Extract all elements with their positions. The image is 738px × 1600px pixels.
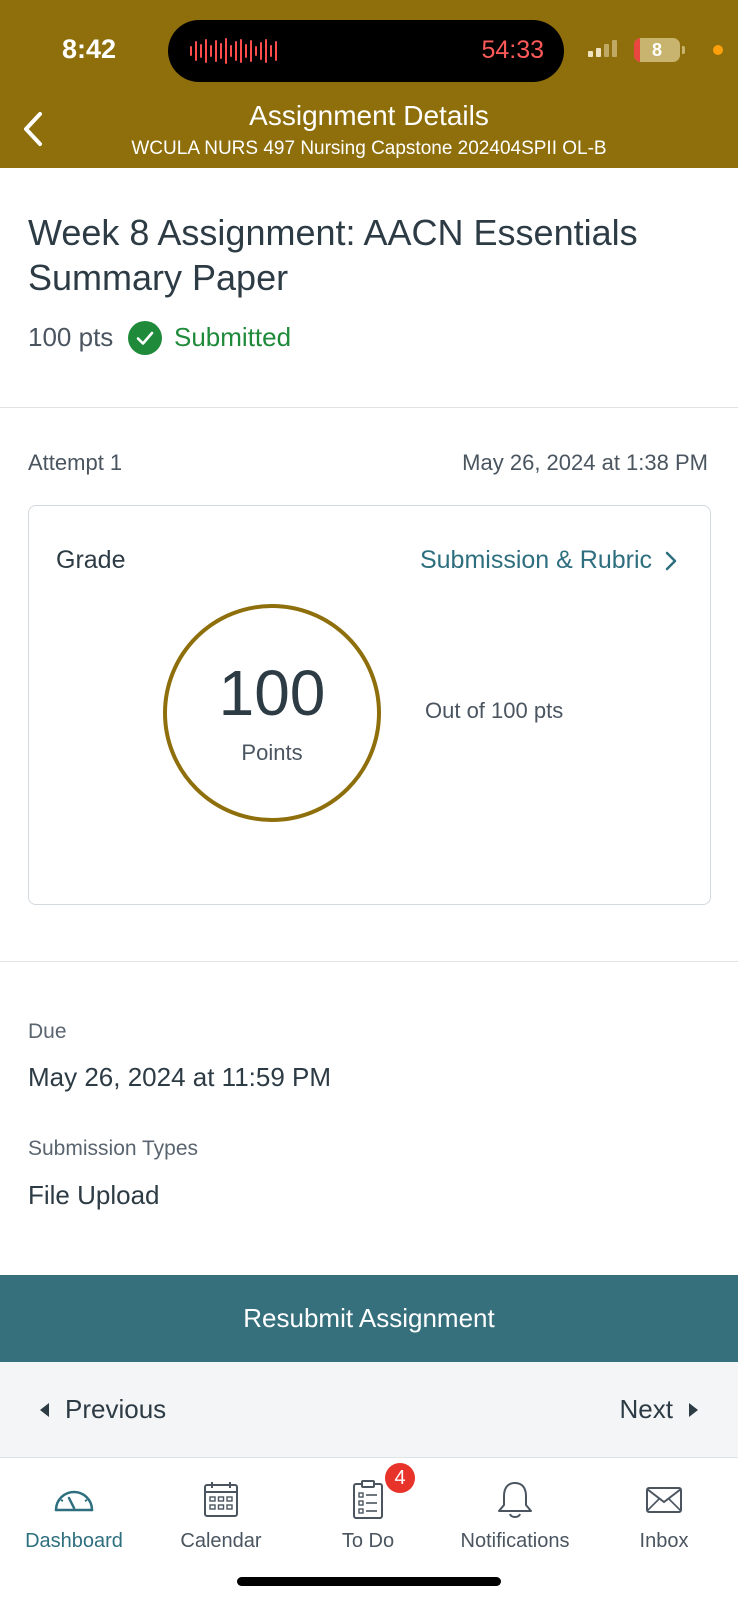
mic-indicator-dot <box>713 45 723 55</box>
status-submitted: Submitted <box>174 322 292 352</box>
todo-count-badge: 4 <box>385 1463 415 1493</box>
score-ring: 100 Points <box>163 604 381 822</box>
tab-label: Inbox <box>639 1530 689 1552</box>
score-out-of: Out of 100 pts <box>425 698 564 723</box>
status-time: 8:42 <box>62 34 117 64</box>
attempt-date: May 26, 2024 at 1:38 PM <box>462 450 708 475</box>
battery-icon: 8 <box>634 38 680 62</box>
tab-notifications[interactable]: Notifications <box>441 1468 589 1558</box>
next-label: Next <box>619 1394 673 1424</box>
battery-tip <box>682 46 685 54</box>
tab-label: To Do <box>341 1530 395 1552</box>
tab-dashboard[interactable]: Dashboard <box>0 1468 148 1558</box>
battery-level: 8 <box>651 40 662 60</box>
assignment-points: 100 pts <box>28 322 114 352</box>
recording-timer: 54:33 <box>481 36 544 64</box>
grade-label: Grade <box>56 546 126 574</box>
checkmark-icon <box>128 321 162 355</box>
audio-waveform-icon <box>190 38 277 64</box>
tab-label: Notifications <box>460 1530 570 1552</box>
tab-todo[interactable]: To Do <box>294 1468 442 1558</box>
due-date: May 26, 2024 at 11:59 PM <box>28 1062 332 1092</box>
tab-label: Dashboard <box>25 1530 123 1552</box>
app-header: 8:42 54:33 8 Assignment Details WCULA NU… <box>0 0 738 168</box>
caret-left-icon <box>40 1402 49 1417</box>
caret-right-icon <box>689 1402 698 1417</box>
previous-label: Previous <box>65 1394 167 1424</box>
attempt-label: Attempt 1 <box>28 450 123 475</box>
bell-icon <box>498 1482 532 1518</box>
header-title: Assignment Details <box>249 100 489 131</box>
home-indicator <box>237 1577 501 1586</box>
divider <box>0 961 738 962</box>
dynamic-island: 54:33 <box>168 20 564 82</box>
clipboard-todo-icon <box>353 1480 383 1519</box>
calendar-icon <box>204 1482 238 1517</box>
next-button[interactable]: Next <box>620 1394 698 1425</box>
tab-calendar[interactable]: Calendar <box>147 1468 295 1558</box>
resubmit-assignment-button[interactable]: Resubmit Assignment <box>0 1275 738 1362</box>
submission-types-value: File Upload <box>28 1180 160 1210</box>
signal-icon <box>588 40 617 57</box>
chevron-right-icon <box>665 551 677 570</box>
tab-label: Calendar <box>180 1530 262 1552</box>
dashboard-gauge-icon <box>54 1490 94 1512</box>
assignment-navigation: Previous Next <box>0 1362 738 1458</box>
score-unit: Points <box>241 740 303 765</box>
course-subtitle: WCULA NURS 497 Nursing Capstone 202404SP… <box>131 138 607 159</box>
due-label: Due <box>28 1020 67 1043</box>
submission-rubric-link[interactable]: Submission & Rubric <box>420 546 678 575</box>
tab-inbox[interactable]: Inbox <box>590 1468 738 1558</box>
envelope-icon <box>646 1487 682 1513</box>
submission-types-label: Submission Types <box>28 1137 199 1160</box>
grade-card: Grade Submission & Rubric 100 Points Out… <box>28 505 711 905</box>
assignment-title: Week 8 Assignment: AACN Essentials Summa… <box>28 212 638 298</box>
divider <box>0 407 738 408</box>
score-value: 100 <box>218 657 326 729</box>
submission-rubric-label: Submission & Rubric <box>419 546 652 574</box>
previous-button[interactable]: Previous <box>40 1394 166 1425</box>
